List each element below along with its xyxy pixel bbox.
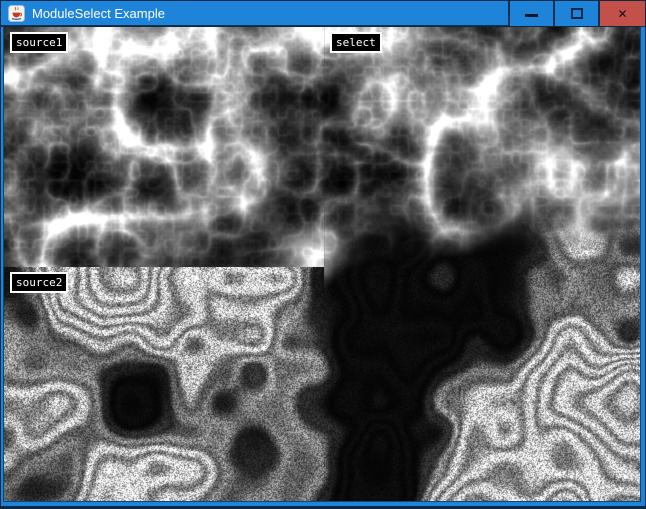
window-controls: ✕ xyxy=(508,1,645,26)
app-window: ModuleSelect Example ✕ source1 select so… xyxy=(0,0,646,509)
source2-image xyxy=(4,267,324,501)
titlebar[interactable]: ModuleSelect Example ✕ xyxy=(1,1,645,25)
java-coffee-cup-icon xyxy=(8,5,25,22)
close-button[interactable]: ✕ xyxy=(598,1,645,26)
window-bottom-edge xyxy=(1,506,645,508)
maximize-button[interactable] xyxy=(553,1,598,26)
source2-label: source2 xyxy=(10,272,68,293)
source1-image xyxy=(4,27,324,267)
source1-label: source1 xyxy=(10,32,68,53)
minimize-icon xyxy=(525,14,538,17)
render-area: source1 select source2 xyxy=(4,27,640,501)
minimize-button[interactable] xyxy=(508,1,553,26)
window-title: ModuleSelect Example xyxy=(32,6,165,21)
select-label: select xyxy=(330,32,382,53)
close-icon: ✕ xyxy=(617,8,627,20)
maximize-icon xyxy=(571,8,583,19)
